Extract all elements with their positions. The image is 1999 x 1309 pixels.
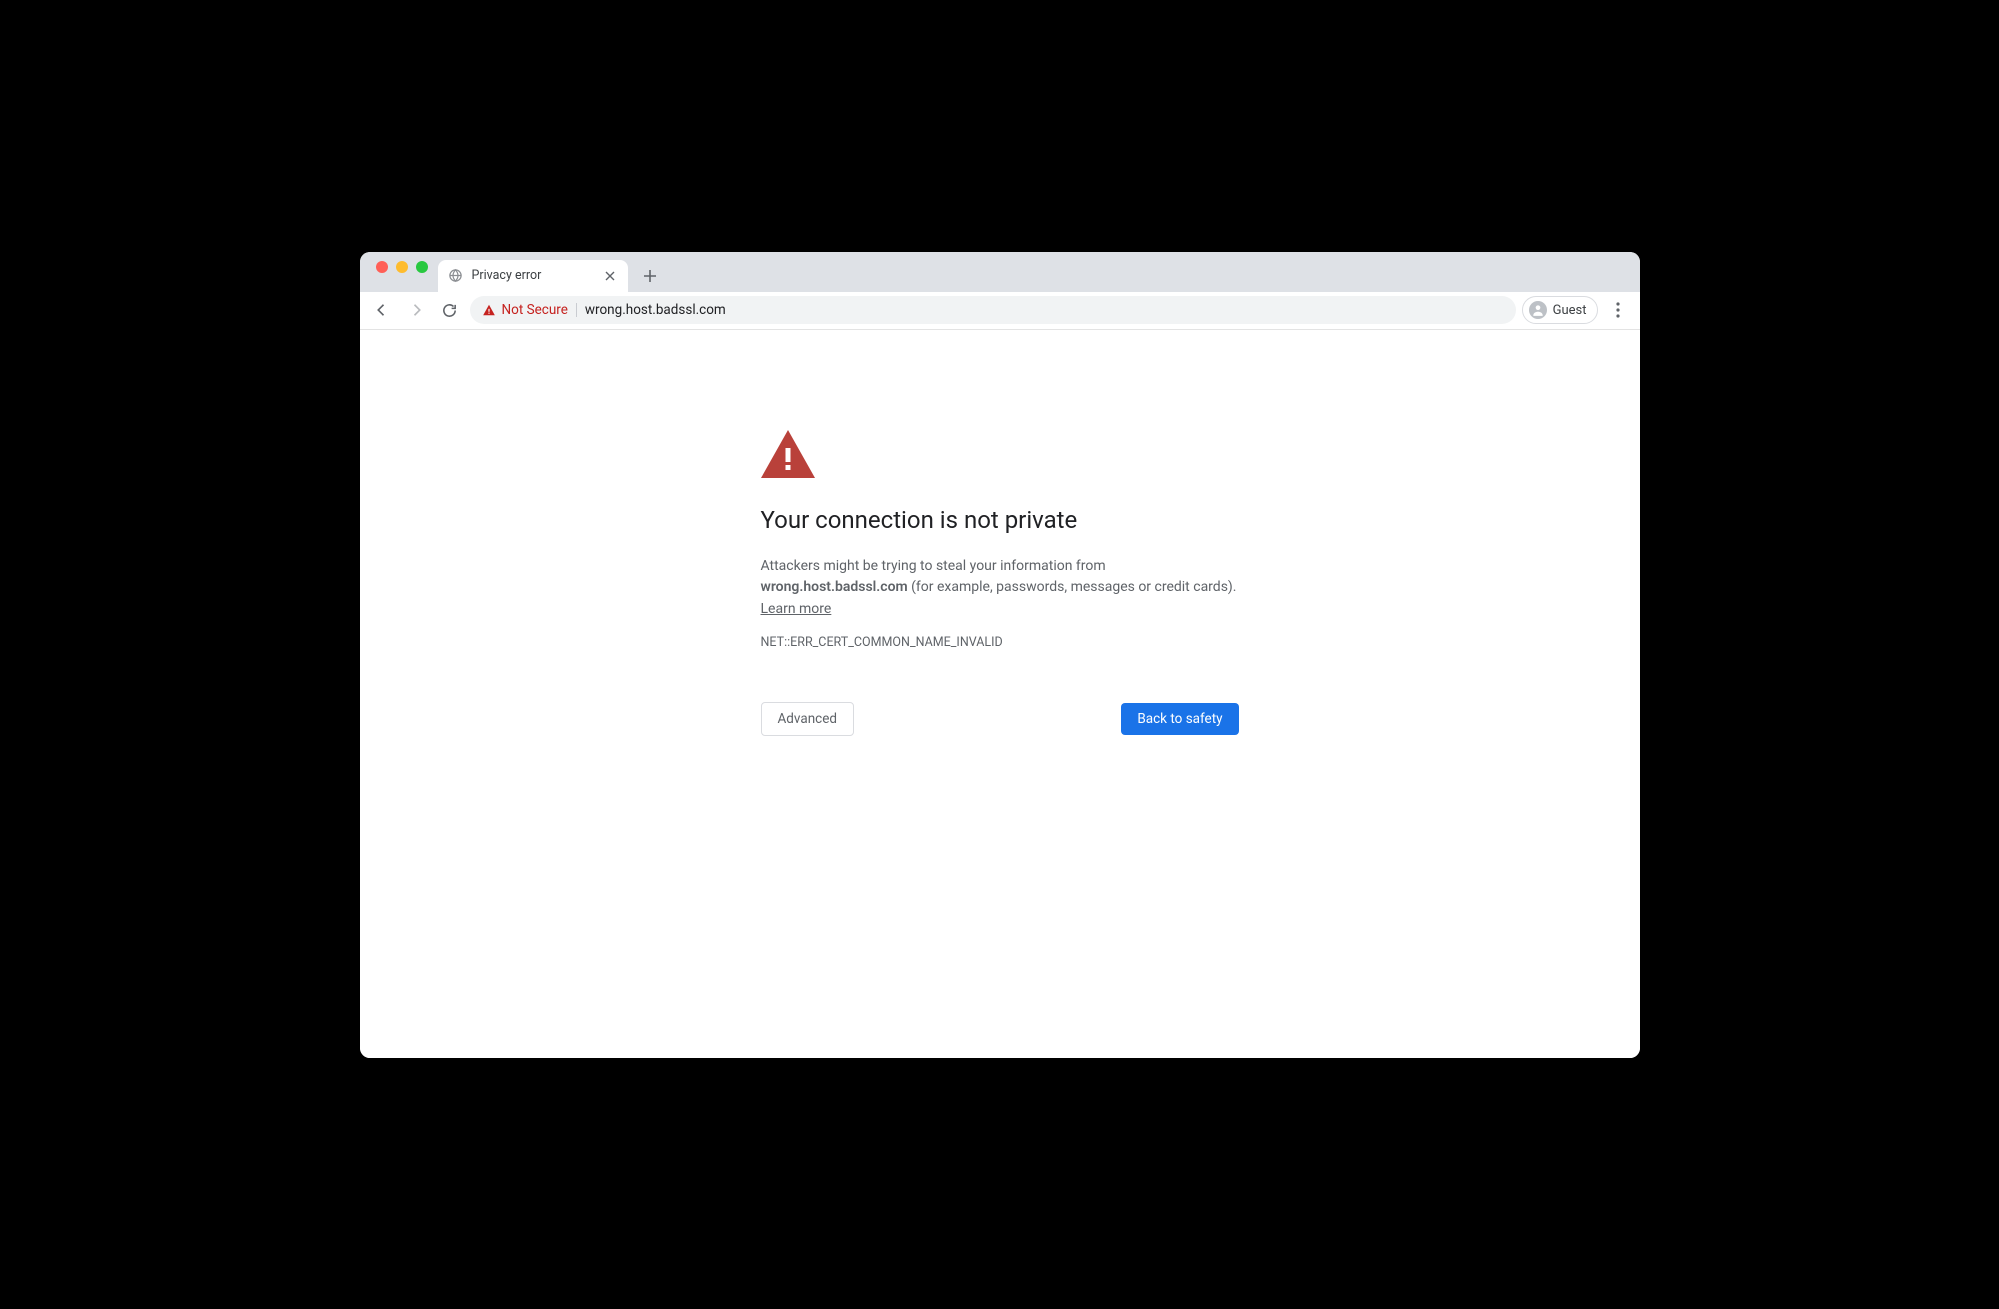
advanced-button[interactable]: Advanced <box>761 702 855 736</box>
tab-title: Privacy error <box>472 268 594 283</box>
warning-triangle-icon <box>482 303 496 317</box>
arrow-right-icon <box>407 301 425 319</box>
chrome-menu-button[interactable] <box>1604 296 1632 324</box>
url-text: wrong.host.badssl.com <box>585 302 726 318</box>
profile-label: Guest <box>1553 303 1587 318</box>
forward-button[interactable] <box>402 296 430 324</box>
page-content: Your connection is not private Attackers… <box>360 330 1640 1058</box>
arrow-left-icon <box>373 301 391 319</box>
security-label: Not Secure <box>502 302 568 318</box>
window-minimize-button[interactable] <box>396 261 408 273</box>
ssl-interstitial: Your connection is not private Attackers… <box>761 430 1239 736</box>
browser-tab[interactable]: Privacy error <box>438 260 628 292</box>
profile-button[interactable]: Guest <box>1522 296 1598 324</box>
kebab-menu-icon <box>1616 302 1620 318</box>
browser-window: Privacy error <box>360 252 1640 1058</box>
toolbar: Not Secure wrong.host.badssl.com Guest <box>360 292 1640 330</box>
body-host: wrong.host.badssl.com <box>761 579 908 595</box>
address-bar[interactable]: Not Secure wrong.host.badssl.com <box>470 296 1516 324</box>
close-icon <box>605 271 615 281</box>
divider <box>576 303 577 317</box>
error-code: NET::ERR_CERT_COMMON_NAME_INVALID <box>761 635 1239 650</box>
button-row: Advanced Back to safety <box>761 702 1239 736</box>
window-close-button[interactable] <box>376 261 388 273</box>
interstitial-body: Attackers might be trying to steal your … <box>761 556 1239 621</box>
back-to-safety-button[interactable]: Back to safety <box>1121 703 1238 735</box>
avatar-icon <box>1529 301 1547 319</box>
learn-more-link[interactable]: Learn more <box>761 601 832 617</box>
globe-icon <box>448 268 464 284</box>
window-zoom-button[interactable] <box>416 261 428 273</box>
interstitial-headline: Your connection is not private <box>761 506 1239 534</box>
warning-triangle-icon <box>761 430 1239 478</box>
new-tab-button[interactable] <box>636 262 664 290</box>
tab-strip: Privacy error <box>360 252 1640 292</box>
tab-close-button[interactable] <box>602 268 618 284</box>
back-button[interactable] <box>368 296 396 324</box>
reload-button[interactable] <box>436 296 464 324</box>
plus-icon <box>643 269 657 283</box>
body-pre: Attackers might be trying to steal your … <box>761 558 1106 574</box>
reload-icon <box>441 302 458 319</box>
window-controls <box>370 261 438 283</box>
security-chip[interactable]: Not Secure <box>482 302 568 318</box>
body-post: (for example, passwords, messages or cre… <box>908 579 1237 595</box>
